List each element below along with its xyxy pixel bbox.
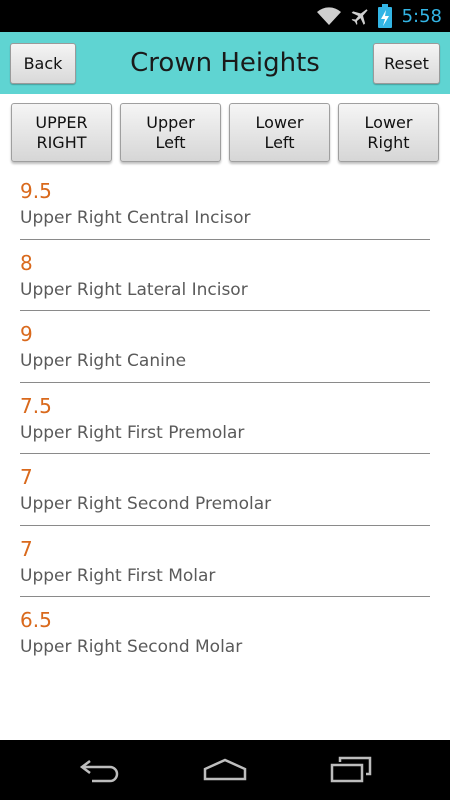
tooth-list: 9.5 Upper Right Central Incisor 8 Upper … — [20, 168, 430, 669]
system-nav-bar — [0, 740, 450, 800]
list-item[interactable]: 7 Upper Right First Molar — [20, 526, 430, 597]
status-bar: 5:58 — [0, 0, 450, 32]
nav-home-button[interactable] — [197, 754, 253, 786]
nav-recent-button[interactable] — [323, 754, 379, 786]
status-time: 5:58 — [401, 5, 442, 27]
crown-height-value: 7.5 — [20, 393, 52, 418]
tooth-name: Upper Right First Molar — [20, 565, 216, 586]
back-nav-icon — [79, 760, 119, 783]
list-item[interactable]: 7 Upper Right Second Premolar — [20, 454, 430, 526]
back-button[interactable]: Back — [10, 43, 76, 84]
tab-lower-left[interactable]: Lower Left — [229, 103, 330, 162]
crown-height-value: 7 — [20, 465, 33, 489]
tooth-name: Upper Right Second Premolar — [20, 494, 272, 514]
page-title: Crown Heights — [130, 48, 320, 78]
crown-height-value: 8 — [20, 250, 33, 275]
tooth-name: Upper Right Lateral Incisor — [20, 279, 248, 300]
list-item[interactable]: 6.5 Upper Right Second Molar — [20, 597, 430, 669]
nav-back-button[interactable] — [72, 754, 128, 786]
crown-height-value: 7 — [20, 536, 33, 561]
airplane-icon — [351, 9, 368, 25]
tooth-name: Upper Right Second Molar — [20, 637, 243, 657]
quadrant-tabs: UPPER RIGHT Upper Left Lower Left Lower … — [0, 94, 450, 168]
tooth-name: Upper Right Central Incisor — [20, 208, 251, 228]
crown-height-value: 6.5 — [20, 608, 52, 632]
tab-lower-right[interactable]: Lower Right — [338, 103, 439, 162]
list-item[interactable]: 7.5 Upper Right First Premolar — [20, 383, 430, 454]
battery-charging-icon — [377, 4, 392, 28]
recent-apps-icon — [330, 756, 372, 783]
home-nav-icon — [203, 758, 247, 781]
list-item[interactable]: 9 Upper Right Canine — [20, 311, 430, 383]
tab-upper-right[interactable]: UPPER RIGHT — [11, 103, 112, 162]
crown-height-value: 9.5 — [20, 179, 52, 203]
tab-upper-left[interactable]: Upper Left — [120, 103, 221, 162]
reset-button[interactable]: Reset — [373, 43, 440, 84]
wifi-icon — [316, 7, 341, 25]
tooth-name: Upper Right Canine — [20, 351, 187, 371]
crown-height-value: 9 — [20, 322, 33, 346]
list-item[interactable]: 8 Upper Right Lateral Incisor — [20, 240, 430, 311]
tooth-name: Upper Right First Premolar — [20, 422, 245, 443]
list-item[interactable]: 9.5 Upper Right Central Incisor — [20, 168, 430, 240]
action-bar: Back Crown Heights Reset — [0, 32, 450, 94]
